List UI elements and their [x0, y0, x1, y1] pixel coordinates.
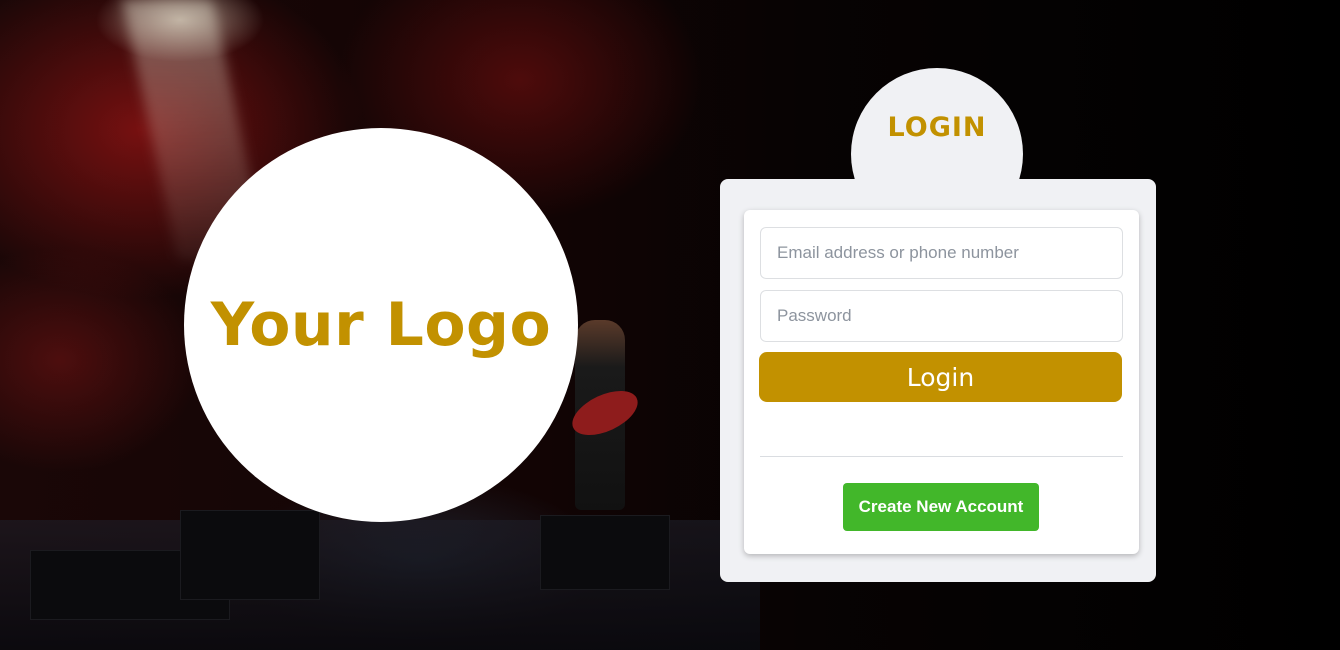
login-button[interactable]: Login	[759, 352, 1122, 402]
speaker-cabinet	[540, 515, 670, 590]
background-concert-stage: Your Logo LOGIN Login Create New Account	[0, 0, 1340, 650]
logo-circle: Your Logo	[184, 128, 578, 522]
create-account-button[interactable]: Create New Account	[843, 483, 1039, 531]
divider	[760, 456, 1123, 457]
logo-text: Your Logo	[210, 290, 552, 360]
login-heading: LOGIN	[887, 112, 987, 143]
email-input[interactable]	[760, 227, 1123, 279]
password-input[interactable]	[760, 290, 1123, 342]
speaker-cabinet	[180, 510, 320, 600]
